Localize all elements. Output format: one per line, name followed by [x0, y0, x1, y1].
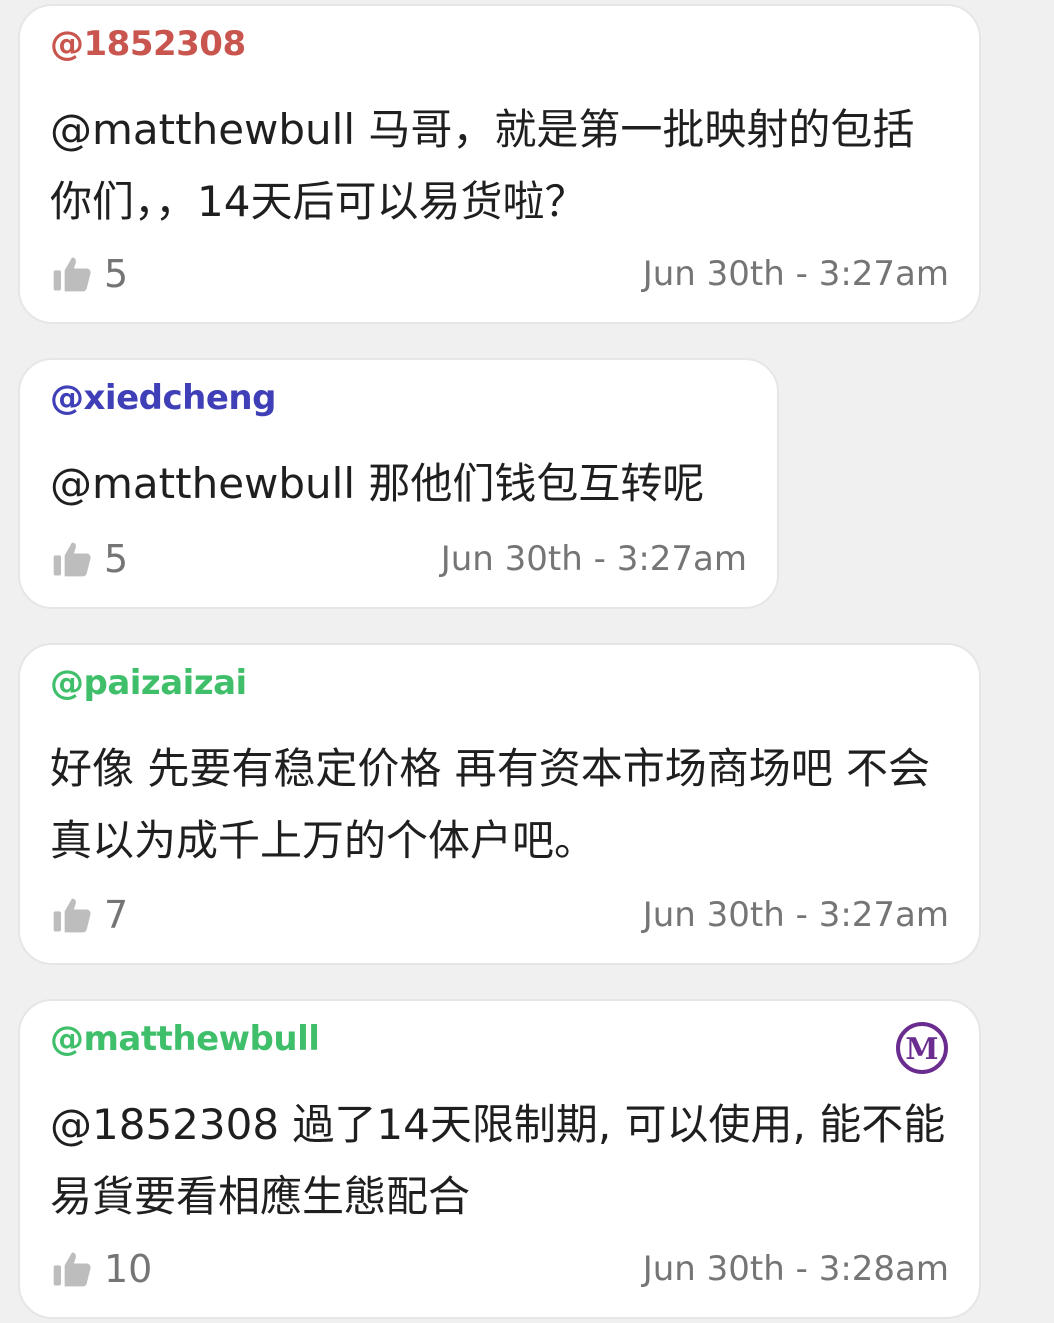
like-count: 5: [104, 537, 129, 581]
comment-username[interactable]: @matthewbull: [50, 1019, 320, 1059]
badge-letter: M: [905, 1032, 938, 1067]
like-count: 10: [104, 1247, 153, 1291]
comment-text: @matthewbull 那他们钱包互转呢: [50, 459, 705, 508]
comment-timestamp: Jun 30th - 3:27am: [642, 895, 949, 935]
thumbs-up-icon[interactable]: [50, 537, 94, 581]
like-group[interactable]: 10: [50, 1247, 152, 1291]
thumbs-up-icon[interactable]: [50, 252, 94, 296]
comment-card: @paizaizai 好像 先要有稳定价格 再有资本市场商场吧 不会真以为成千上…: [18, 643, 981, 965]
comment-timestamp: Jun 30th - 3:27am: [440, 539, 747, 579]
comment-timestamp: Jun 30th - 3:27am: [642, 254, 949, 294]
comment-text: 好像 先要有稳定价格 再有资本市场商场吧 不会真以为成千上万的个体户吧。: [50, 744, 931, 865]
thumbs-up-icon[interactable]: [50, 893, 94, 937]
like-count: 7: [104, 893, 129, 937]
comment-username[interactable]: @1852308: [50, 24, 246, 64]
comment-timestamp: Jun 30th - 3:28am: [642, 1249, 949, 1289]
comment-text: @1852308 過了14天限制期, 可以使用, 能不能易貨要看相應生態配合: [50, 1100, 946, 1221]
comment-card: @1852308 @matthewbull 马哥，就是第一批映射的包括你们，，1…: [18, 4, 981, 324]
m-circle-badge-icon: M: [896, 1022, 948, 1074]
like-group[interactable]: 5: [50, 252, 128, 296]
comment-username[interactable]: @xiedcheng: [50, 378, 276, 418]
comment-card: @xiedcheng @matthewbull 那他们钱包互转呢 5 Jun 3…: [18, 358, 779, 609]
comment-card: @matthewbull M @1852308 過了14天限制期, 可以使用, …: [18, 999, 981, 1319]
thumbs-up-icon[interactable]: [50, 1247, 94, 1291]
comment-username[interactable]: @paizaizai: [50, 663, 247, 703]
like-count: 5: [104, 252, 129, 296]
comment-text: @matthewbull 马哥，就是第一批映射的包括你们，，14天后可以易货啦？: [50, 105, 915, 226]
like-group[interactable]: 7: [50, 893, 128, 937]
like-group[interactable]: 5: [50, 537, 128, 581]
